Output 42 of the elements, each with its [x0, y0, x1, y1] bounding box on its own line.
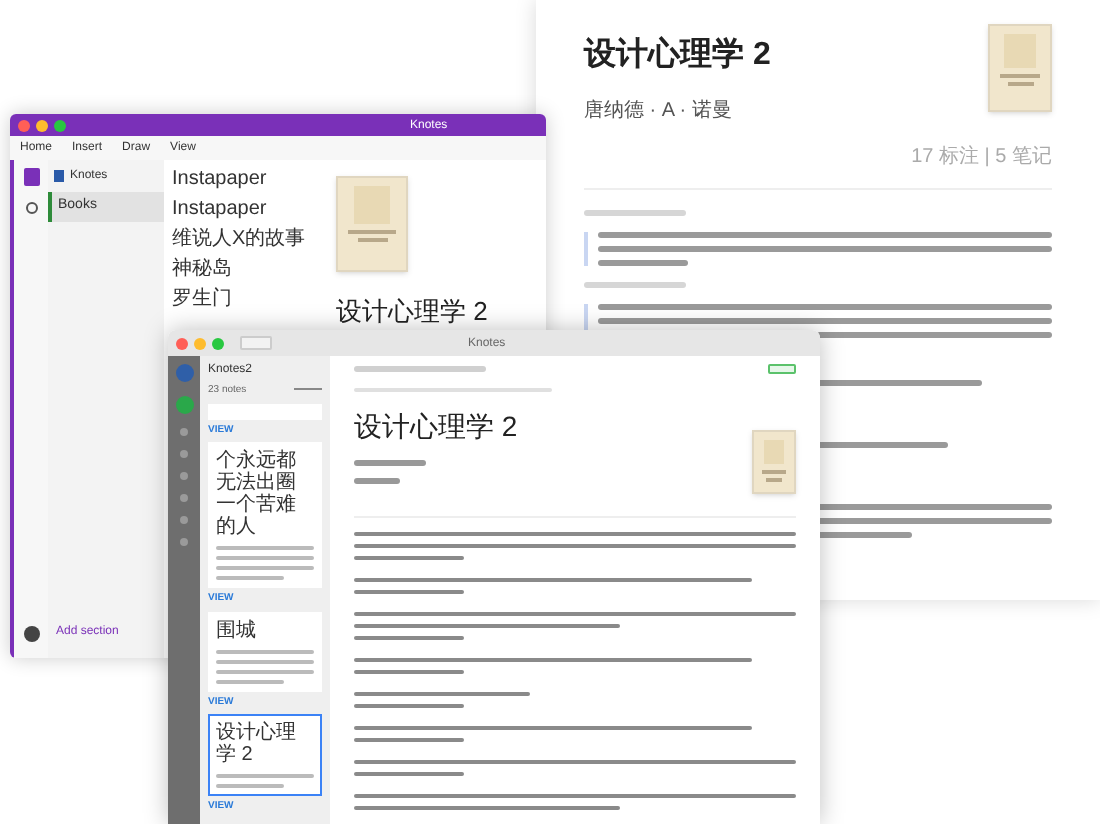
blurred-text-lines	[584, 282, 687, 288]
notebooks-icon[interactable]	[23, 168, 39, 186]
page-title: 设计心理学 2	[336, 294, 490, 330]
status-badge-icon	[768, 364, 796, 374]
page-item[interactable]: 罗生门	[172, 290, 324, 314]
blurred-text-lines	[354, 460, 426, 466]
book-cover-drawing	[988, 24, 1052, 112]
blurred-text-lines	[216, 649, 314, 683]
blurred-text-lines	[216, 546, 314, 580]
blurred-text-lines	[584, 210, 687, 216]
sidebar-icon[interactable]	[180, 450, 188, 458]
page-item[interactable]: Instapaper	[172, 170, 324, 194]
book-title: 设计心理学 2	[584, 34, 771, 76]
sidebar-icon[interactable]	[180, 428, 188, 436]
note-title: 围城	[216, 619, 258, 641]
note-card[interactable]: 设计心理学 2	[208, 714, 322, 796]
note-title: 个永远都无法出圈一个苦难的人	[216, 450, 298, 538]
sidebar-icon[interactable]	[180, 472, 188, 480]
sidebar-icon[interactable]	[180, 494, 188, 502]
page-item[interactable]: Instapaper	[172, 200, 324, 224]
book-author: 唐纳德 · A · 诺曼	[584, 97, 734, 126]
sync-icon[interactable]	[175, 396, 193, 414]
search-icon[interactable]	[25, 202, 37, 214]
avatar-icon	[23, 626, 39, 642]
notebook-icon	[54, 170, 64, 182]
window-controls-icon[interactable]	[18, 119, 66, 131]
book-title: 设计心理学 2	[354, 408, 520, 446]
blurred-text-lines	[354, 366, 487, 372]
page-item[interactable]: 神秘岛	[172, 260, 324, 284]
book-cover-drawing	[752, 430, 796, 494]
sidebar-icon[interactable]	[180, 538, 188, 546]
blurred-text-lines	[216, 774, 314, 788]
blurred-text-lines	[354, 478, 399, 484]
window-controls-icon[interactable]	[176, 337, 224, 349]
note-card[interactable]: 个永远都无法出圈一个苦难的人	[208, 442, 322, 588]
page-item[interactable]: 维说人X的故事	[172, 230, 324, 254]
note-card[interactable]: 围城	[208, 611, 322, 691]
app-logo-icon	[175, 364, 193, 382]
sidebar-icon[interactable]	[180, 516, 188, 524]
book-cover-drawing	[336, 176, 408, 272]
note-title: 设计心理学 2	[216, 722, 298, 766]
annotation-stats: 17 标注 | 5 笔记	[911, 143, 1052, 172]
